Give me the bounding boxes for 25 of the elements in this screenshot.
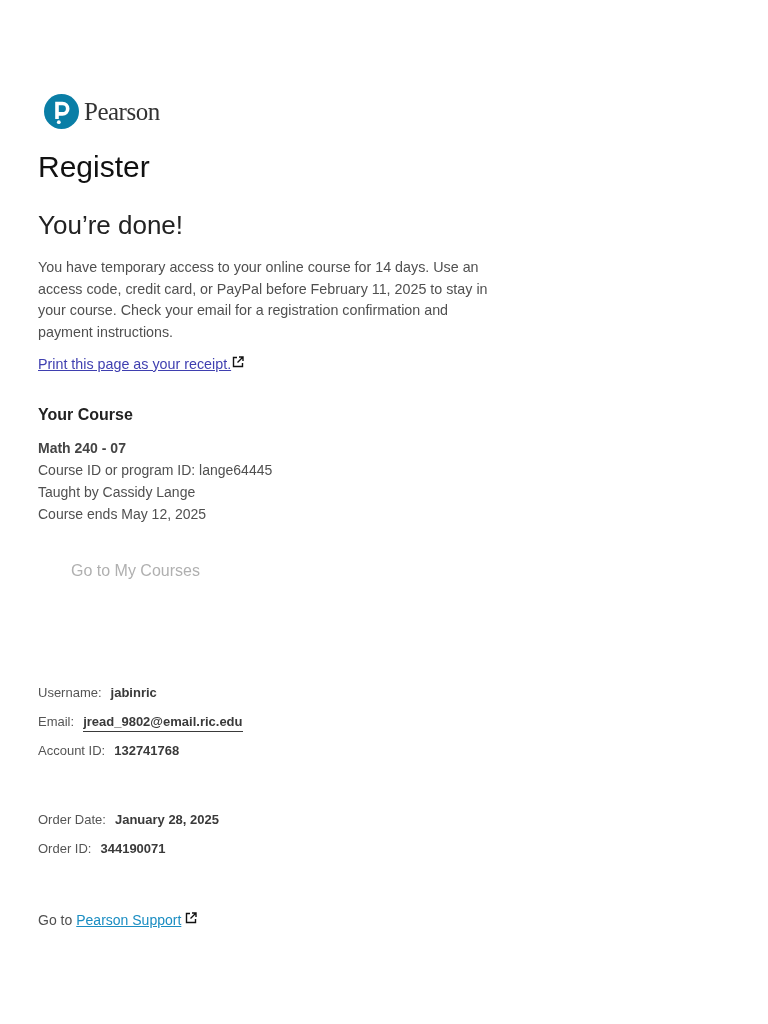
page-title: Register	[38, 149, 150, 185]
support-prefix: Go to	[38, 910, 73, 930]
info-label: Order Date:	[38, 810, 106, 829]
info-label: Account ID:	[38, 741, 106, 760]
email-link[interactable]: jread_9802@email.ric.edu	[83, 712, 243, 732]
course-detail: Course ends May 12, 2025	[38, 504, 207, 524]
confirmation-message: You have temporary access to your online course for 14 days. Use an access code, credit card, or PayPal before February 11, 2025 to stay in your course. Check your email for a registration confirmation and payment instructions.	[38, 258, 489, 343]
info-label: Username:	[38, 683, 102, 702]
info-label: Order ID:	[38, 839, 92, 858]
info-value: January 28, 2025	[114, 810, 219, 829]
info-label: Email:	[38, 712, 75, 731]
logo-wordmark: Pearson	[84, 98, 160, 124]
info-value: 132741768	[114, 741, 180, 760]
info-value: 344190071	[100, 839, 166, 858]
external-link-icon	[185, 911, 198, 924]
course-detail: Taught by Cassidy Lange	[38, 482, 196, 502]
course-name: Math 240 - 07	[38, 438, 126, 458]
logo-icon	[44, 93, 79, 129]
info-value: jabinric	[110, 683, 157, 702]
section-title: Your Course	[38, 404, 133, 425]
support-link[interactable]: Pearson Support	[76, 909, 182, 930]
print-receipt-link[interactable]: Print this page as your receipt.	[38, 353, 232, 374]
external-link-icon	[232, 355, 245, 368]
course-detail: Course ID or program ID: lange64445	[38, 460, 273, 480]
confirmation-heading: You’re done!	[38, 209, 184, 241]
